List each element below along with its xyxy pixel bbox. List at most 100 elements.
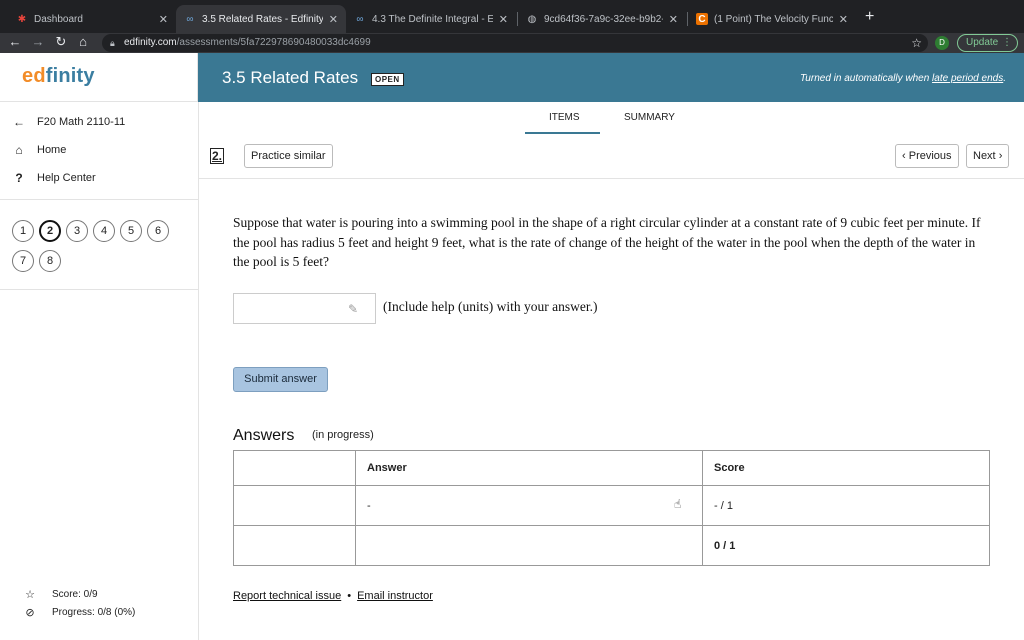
sidebar: ← F20 Math 2110-11 ⌂ Home ? Help Center … <box>0 102 199 640</box>
close-icon[interactable]: ✕ <box>329 13 338 26</box>
question-nav-2[interactable]: 2 <box>39 220 61 242</box>
next-label: Next <box>973 150 996 162</box>
practice-similar-button[interactable]: Practice similar <box>244 144 333 168</box>
sidebar-divider <box>0 199 198 200</box>
assessment-header: 3.5 Related Rates OPEN Turned in automat… <box>198 53 1024 102</box>
email-instructor-link[interactable]: Email instructor <box>357 590 433 602</box>
tab-title: 9cd64f36-7a9c-32ee-b9b2-d <box>544 13 663 25</box>
close-icon[interactable]: ✕ <box>669 13 678 26</box>
score-text: Score: 0/9 <box>52 589 98 600</box>
turn-in-notice: Turned in automatically when late period… <box>799 73 1006 84</box>
hand-cursor-icon: ☝︎ <box>674 497 682 511</box>
next-button[interactable]: Next › <box>966 144 1010 168</box>
home-icon: ⌂ <box>15 143 23 157</box>
table-header-score: Score <box>714 462 745 474</box>
close-icon[interactable]: ✕ <box>159 13 168 26</box>
tab-title: Dashboard <box>34 13 83 25</box>
question-toolbar: 2. Practice similar ‹ Previous Next › <box>199 134 1024 179</box>
edfinity-logo[interactable]: edfinity <box>22 65 95 88</box>
tab-title: 3.5 Related Rates - Edfinity <box>202 13 323 25</box>
answers-status: (in progress) <box>312 429 374 441</box>
close-icon[interactable]: ✕ <box>499 13 508 26</box>
tab-title: 4.3 The Definite Integral - Edfi <box>372 13 493 25</box>
star-icon: ☆ <box>25 589 35 601</box>
table-header-cell <box>234 451 356 485</box>
question-nav-5[interactable]: 5 <box>120 220 142 242</box>
address-bar[interactable]: 🔒︎ edfinity.com/assessments/5fa722978690… <box>102 34 928 52</box>
sidebar-divider <box>0 289 198 290</box>
edfinity-icon: ∞ <box>186 13 194 25</box>
progress-summary: ⊘ Progress: 0/8 (0%) <box>24 606 135 619</box>
sidebar-item-label: Home <box>37 144 67 156</box>
table-cell-answer <box>356 526 703 565</box>
reload-icon[interactable]: ↻ <box>53 34 69 50</box>
progress-text: Progress: 0/8 (0%) <box>52 607 136 618</box>
edfinity-icon: ∞ <box>356 13 364 25</box>
chevron-left-icon: ‹ <box>902 150 906 162</box>
browser-tab-dashboard[interactable]: ✱ Dashboard ✕ <box>8 5 176 33</box>
submit-answer-button[interactable]: Submit answer <box>233 367 328 392</box>
update-label: Update <box>966 37 999 48</box>
units-help-text: (Include help (units) with your answer.) <box>383 299 598 314</box>
chevron-right-icon: › <box>998 150 1003 162</box>
profile-avatar[interactable]: D <box>935 36 949 50</box>
table-cell-answer: - <box>356 486 703 525</box>
page-title: 3.5 Related Rates <box>222 68 359 87</box>
url-host: edfinity.com <box>124 37 177 48</box>
logo-area: edfinity <box>0 53 198 102</box>
table-cell-score: - / 1 <box>714 499 733 512</box>
sidebar-item-home[interactable]: ⌂ Home <box>12 141 66 159</box>
status-badge: OPEN <box>371 73 404 86</box>
question-nav-8[interactable]: 8 <box>39 250 61 272</box>
sidebar-item-help-center[interactable]: ? Help Center <box>12 169 95 187</box>
browser-tab-bar: ✱ Dashboard ✕ ∞ 3.5 Related Rates - Edfi… <box>0 0 1024 33</box>
arrow-left-icon: ← <box>13 115 25 129</box>
sidebar-item-course[interactable]: ← F20 Math 2110-11 <box>12 113 125 131</box>
pencil-icon[interactable]: ✎ <box>348 302 358 316</box>
table-row: - - / 1 <box>234 486 989 526</box>
new-tab-icon[interactable]: + <box>865 8 874 26</box>
table-cell <box>234 526 356 565</box>
sidebar-item-label: F20 Math 2110-11 <box>37 116 126 128</box>
tab-summary[interactable]: SUMMARY <box>624 112 675 123</box>
table-header-answer: Answer <box>356 451 703 485</box>
view-tabs: ITEMS SUMMARY <box>199 102 1024 134</box>
problem-text: Suppose that water is pouring into a swi… <box>233 215 981 269</box>
webassign-icon: ✱ <box>17 13 27 25</box>
tab-items[interactable]: ITEMS <box>549 112 580 123</box>
tab-title: (1 Point) The Velocity Function <box>714 13 833 25</box>
globe-icon: ◍ <box>527 13 537 25</box>
late-period-link[interactable]: late period ends <box>932 73 1003 84</box>
browser-toolbar: ← → ↻ ⌂ 🔒︎ edfinity.com/assessments/5fa7… <box>0 33 1024 53</box>
update-button[interactable]: Update ⋮ <box>957 34 1018 52</box>
home-icon[interactable]: ⌂ <box>75 34 91 49</box>
report-issue-link[interactable]: Report technical issue <box>233 590 341 602</box>
table-cell-total-score: 0 / 1 <box>714 539 736 552</box>
question-nav-6[interactable]: 6 <box>147 220 169 242</box>
previous-label: Previous <box>908 150 952 162</box>
answers-table: Answer Score - - / 1 0 / 1 ☝︎ <box>233 450 990 566</box>
question-nav-4[interactable]: 4 <box>93 220 115 242</box>
browser-tab-related-rates[interactable]: ∞ 3.5 Related Rates - Edfinity ✕ <box>176 5 346 33</box>
question-mark-icon: ? <box>15 171 23 185</box>
lock-icon: 🔒︎ <box>110 38 115 48</box>
link-separator: • <box>347 590 352 602</box>
back-arrow-icon[interactable]: ← <box>7 34 23 49</box>
close-icon[interactable]: ✕ <box>839 13 848 26</box>
bookmark-star-icon[interactable]: ☆ <box>911 34 922 52</box>
browser-tab-definite-integral[interactable]: ∞ 4.3 The Definite Integral - Edfi ✕ <box>346 5 516 33</box>
forward-arrow-icon[interactable]: → <box>30 34 46 49</box>
question-nav-7[interactable]: 7 <box>12 250 34 272</box>
browser-tab-uuid[interactable]: ◍ 9cd64f36-7a9c-32ee-b9b2-d ✕ <box>518 5 686 33</box>
url-path: /assessments/5fa722978690480033dc4699 <box>176 37 371 48</box>
answers-heading: Answers <box>233 427 295 444</box>
question-nav-3[interactable]: 3 <box>66 220 88 242</box>
question-nav-1[interactable]: 1 <box>12 220 34 242</box>
browser-tab-velocity[interactable]: C (1 Point) The Velocity Function ✕ <box>688 5 856 33</box>
question-number[interactable]: 2. <box>210 148 225 164</box>
answer-input[interactable]: ✎ <box>233 293 376 324</box>
previous-button[interactable]: ‹ Previous <box>895 144 959 168</box>
score-summary: ☆ Score: 0/9 <box>24 588 98 601</box>
footer-links: Report technical issue • Email instructor <box>233 590 433 602</box>
table-cell <box>234 486 356 525</box>
